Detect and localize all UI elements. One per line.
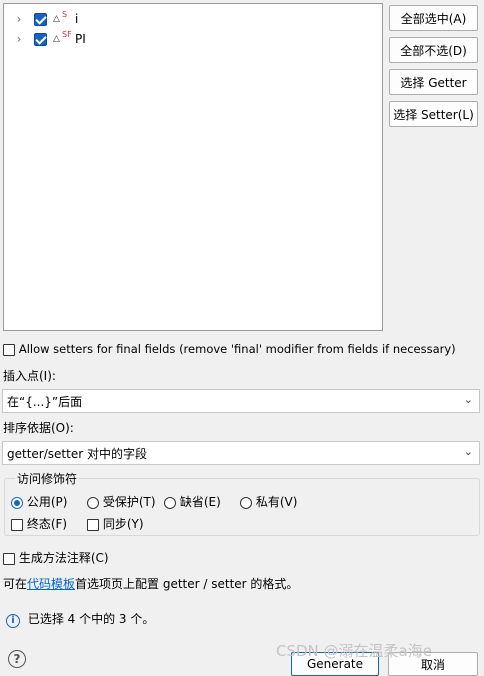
radio-label: 受保护(T)	[102, 495, 156, 509]
radio-button[interactable]	[240, 496, 252, 509]
chevron-down-icon: ⌄	[463, 393, 473, 406]
access-modifier-title: 访问修饰符	[15, 470, 80, 487]
synchronized-option[interactable]: 同步(Y)	[87, 515, 144, 532]
radio-button[interactable]	[164, 496, 176, 509]
generate-comments-option[interactable]: 生成方法注释(C)	[3, 549, 109, 566]
sort-order-value: getter/setter 对中的字段	[7, 446, 147, 461]
hint-suffix: 首选项页上配置 getter / setter 的格式。	[75, 577, 299, 591]
field-checkbox[interactable]	[34, 32, 47, 46]
insertion-point-select[interactable]: 在“{...}”后面 ⌄	[2, 389, 480, 413]
sort-order-select[interactable]: getter/setter 对中的字段 ⌄	[2, 441, 480, 465]
final-checkbox[interactable]	[11, 518, 23, 531]
final-option[interactable]: 终态(F)	[11, 515, 67, 532]
code-templates-link[interactable]: 代码模板	[27, 577, 75, 591]
synchronized-label: 同步(Y)	[102, 517, 144, 531]
allow-setters-label: Allow setters for final fields (remove '…	[18, 342, 456, 356]
select-all-button[interactable]: 全部选中(A)	[389, 5, 478, 31]
field-icon: △ SF	[53, 30, 72, 44]
field-name: PI	[75, 32, 86, 46]
select-setter-button[interactable]: 选择 Setter(L)	[389, 101, 478, 127]
radio-protected[interactable]: 受保护(T)	[87, 493, 156, 510]
field-tree[interactable]: › △ S i › △ SF PI	[3, 3, 383, 331]
radio-default[interactable]: 缺省(E)	[164, 493, 221, 510]
hint-prefix: 可在	[3, 577, 28, 591]
insertion-point-label: 插入点(I):	[3, 369, 56, 383]
access-modifier-group: 访问修饰符 公用(P) 受保护(T) 缺省(E) 私有(V) 终态(F) 同步(…	[4, 470, 480, 536]
expand-chevron-icon[interactable]: ›	[12, 32, 26, 46]
status-text: 已选择 4 个中的 3 个。	[27, 612, 155, 626]
allow-setters-checkbox[interactable]	[3, 343, 15, 356]
watermark: CSDN @溺在温柔a海e	[276, 642, 432, 660]
template-hint: 可在代码模板首选项页上配置 getter / setter 的格式。	[3, 575, 298, 592]
tree-row-pi[interactable]: › △ SF PI	[4, 29, 382, 49]
radio-public[interactable]: 公用(P)	[11, 493, 67, 510]
insertion-point-value: 在“{...}”后面	[7, 394, 83, 409]
info-icon: i	[6, 614, 20, 628]
allow-setters-final-option[interactable]: Allow setters for final fields (remove '…	[3, 342, 456, 356]
sort-order-label: 排序依据(O):	[3, 421, 74, 435]
deselect-all-button[interactable]: 全部不选(D)	[389, 37, 478, 63]
modifier-badge: S	[62, 10, 68, 19]
radio-label: 私有(V)	[255, 495, 298, 509]
select-getter-button[interactable]: 选择 Getter	[389, 69, 478, 95]
selection-status: i 已选择 4 个中的 3 个。	[6, 610, 154, 628]
tree-row-i[interactable]: › △ S i	[4, 9, 382, 29]
radio-button[interactable]	[11, 496, 23, 509]
modifier-badge: SF	[62, 30, 72, 39]
field-name: i	[75, 12, 79, 26]
radio-label: 公用(P)	[26, 495, 68, 509]
chevron-down-icon: ⌄	[463, 445, 473, 458]
expand-chevron-icon[interactable]: ›	[12, 12, 26, 26]
radio-button[interactable]	[87, 496, 99, 509]
radio-private[interactable]: 私有(V)	[240, 493, 297, 510]
final-label: 终态(F)	[26, 517, 68, 531]
radio-label: 缺省(E)	[179, 495, 221, 509]
generate-comments-label: 生成方法注释(C)	[18, 551, 109, 565]
field-icon: △ S	[53, 10, 68, 24]
synchronized-checkbox[interactable]	[87, 518, 99, 531]
field-checkbox[interactable]	[34, 12, 47, 26]
generate-comments-checkbox[interactable]	[3, 552, 15, 565]
help-icon[interactable]: ?	[8, 650, 26, 668]
